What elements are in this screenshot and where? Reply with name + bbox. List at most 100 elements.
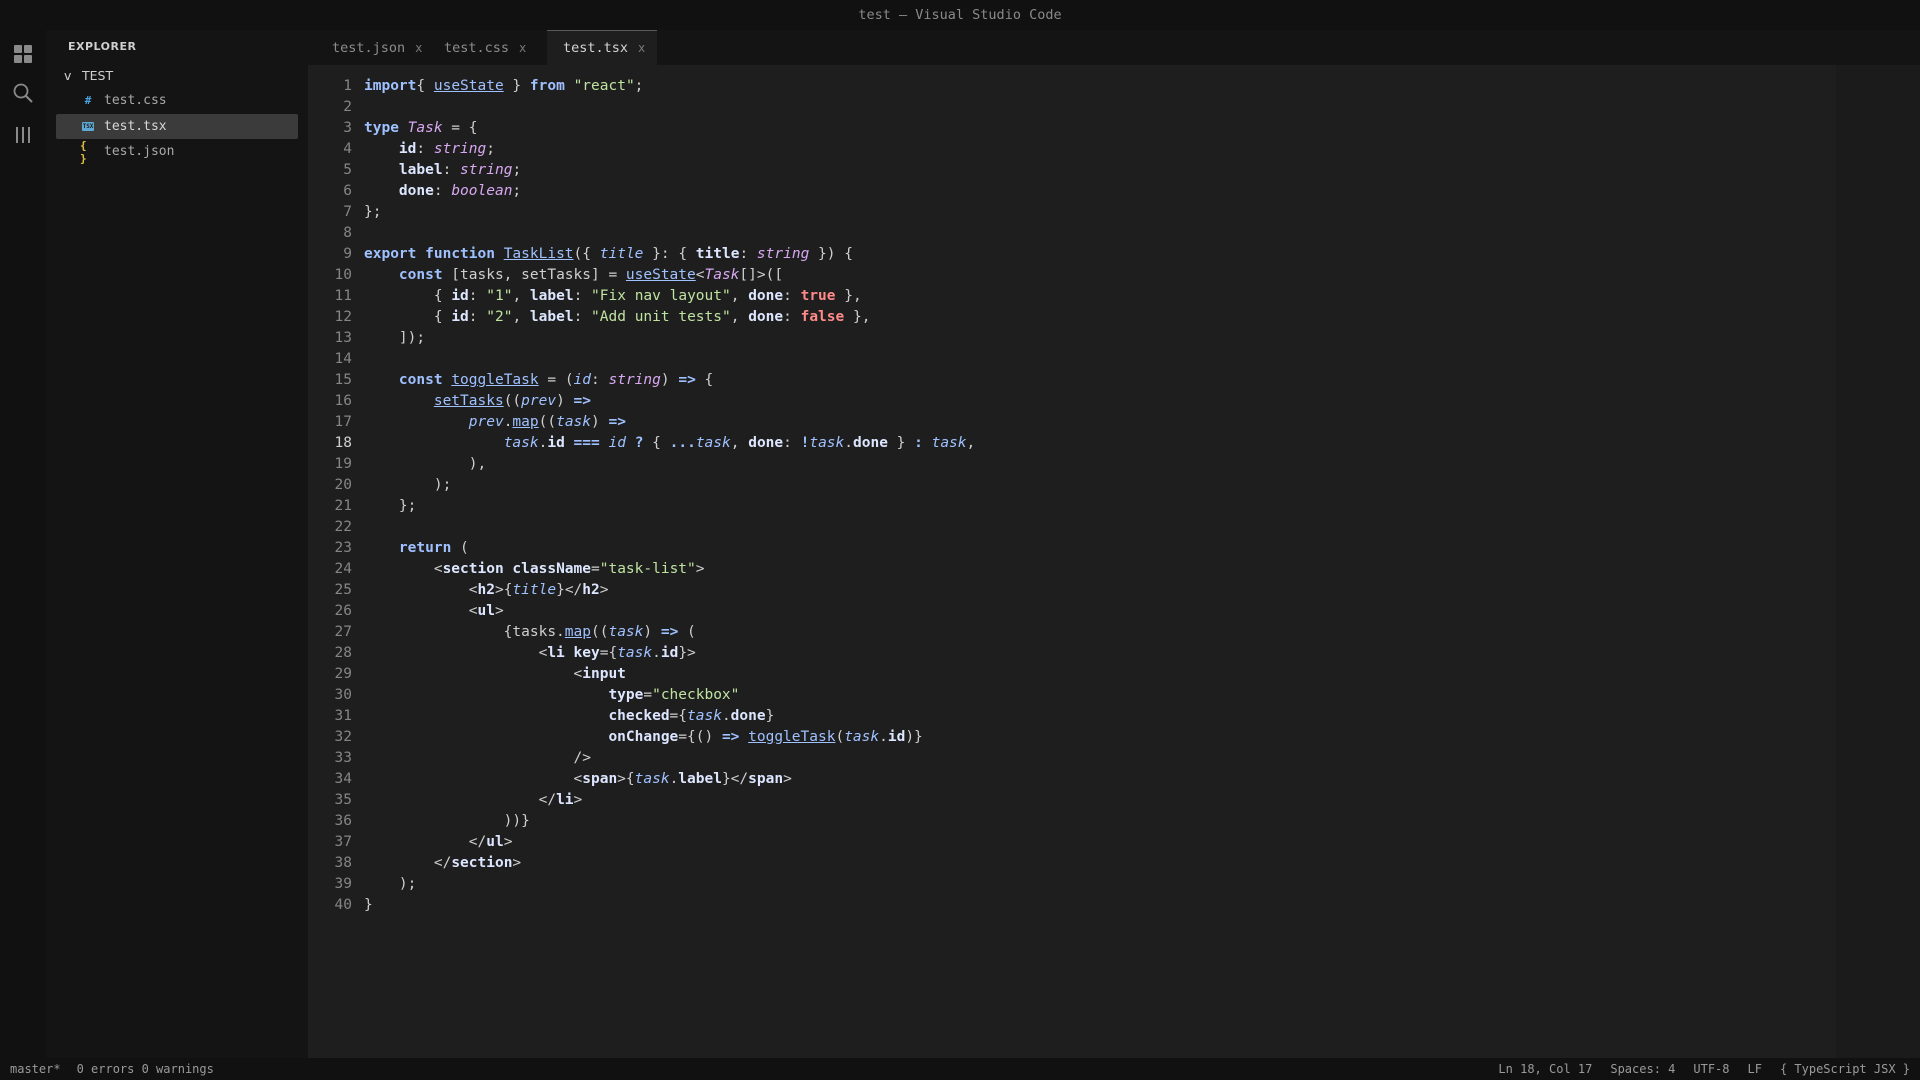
git-branch[interactable]: master* [10,1062,61,1076]
code-line[interactable]: return ( [364,538,975,559]
code-line[interactable]: <h2>{title}</h2> [364,580,975,601]
minimap[interactable] [1836,65,1920,1058]
code-line[interactable]: prev.map((task) => [364,412,975,433]
close-icon[interactable]: x [519,41,526,55]
code-token: function [425,246,495,262]
code-line[interactable]: <ul> [364,601,975,622]
code-line[interactable]: {tasks.map((task) => ( [364,622,975,643]
code-line[interactable]: ))} [364,811,975,832]
code-line[interactable]: task.id === id ? { ...task, done: !task.… [364,433,976,454]
code-token: type [608,687,644,703]
line-number: 31 [334,708,352,724]
code-line[interactable]: checked={task.done} [364,706,975,727]
code-line[interactable]: import{ useState } from "react"; [364,76,975,97]
code-line[interactable]: onChange={() => toggleTask(task.id)} [364,727,975,748]
code-line[interactable]: <span>{task.label}</span> [364,769,975,790]
code-line[interactable]: label: string; [364,160,975,181]
code-token: map [564,624,591,640]
code-token: ; [486,141,495,157]
code-token: done [748,435,784,451]
code-token: ={() [678,729,722,745]
code-line[interactable]: ), [364,454,975,475]
code-token: < [364,645,548,661]
code-line[interactable]: setTasks((prev) => [364,391,975,412]
code-token: task [809,435,845,451]
code-line[interactable]: } [364,895,975,916]
code-line[interactable]: ​ [364,97,975,118]
code-line[interactable]: <input [364,664,975,685]
tab-test-css[interactable]: test.css x [420,30,532,65]
language-mode[interactable]: { TypeScript JSX } [1780,1062,1910,1076]
code-line[interactable]: export function TaskList({ title }: { ti… [364,244,975,265]
file-item-test-json[interactable]: { } test.json [56,139,298,165]
code-line[interactable]: <li key={task.id}> [364,643,975,664]
code-token: . [669,771,679,787]
code-line[interactable]: ]); [364,328,975,349]
code-token: "checkbox" [652,687,740,703]
code-line[interactable]: ); [364,475,975,496]
code-line[interactable]: { id: "2", label: "Add unit tests", done… [364,307,975,328]
code-token: Task [407,120,443,136]
code-token: : [468,309,487,325]
code-line[interactable]: { id: "1", label: "Fix nav layout", done… [364,286,975,307]
code-line[interactable]: const toggleTask = (id: string) => { [364,370,975,391]
code-token: string [756,246,810,262]
line-number: 37 [334,834,352,850]
line-number: 28 [334,645,352,661]
tab-test-json[interactable]: test.json x [308,30,422,65]
code-editor[interactable]: 1 2 3 4 5 6 7 8 9 10 11 12 13 14 15 16 17 18 19 20 21 22 23 24 2… [308,65,1920,1058]
window-title-bar: test — Visual Studio Code [0,0,1920,30]
code-token: ul [486,834,504,850]
code-token: string [608,372,661,388]
line-number: 26 [334,603,352,619]
line-number: 20 [334,477,352,493]
explorer-icon[interactable] [11,42,35,66]
file-item-test-tsx[interactable]: TSX test.tsx [56,114,298,139]
indentation[interactable]: Spaces: 4 [1610,1062,1675,1076]
code-token: ... [669,435,696,451]
code-line[interactable]: </section> [364,853,975,874]
code-token: , [512,288,530,304]
tab-test-tsx[interactable]: test.tsx x [547,30,657,65]
cursor-position[interactable]: Ln 18, Col 17 [1498,1062,1592,1076]
code-line[interactable]: type="checkbox" [364,685,975,706]
code-token: }, [844,309,871,325]
line-number: 24 [334,561,352,577]
problems-count[interactable]: 0 errors 0 warnings [77,1062,214,1076]
code-token: ); [364,477,452,493]
code-token: done [398,183,434,199]
code-line[interactable]: <section className="task-list"> [364,559,975,580]
code-line[interactable]: id: string; [364,139,975,160]
code-token: ) [591,414,609,430]
search-icon[interactable] [11,81,35,105]
file-item-test-css[interactable]: # test.css [56,88,298,113]
code-line[interactable]: done: boolean; [364,181,975,202]
code-line[interactable]: }; [364,202,975,223]
end-of-line[interactable]: LF [1748,1062,1762,1076]
code-line[interactable]: type Task = { [364,118,975,139]
close-icon[interactable]: x [638,41,645,55]
code-line[interactable]: ​ [364,517,975,538]
code-token: done [853,435,888,451]
encoding[interactable]: UTF-8 [1693,1062,1729,1076]
folder-test[interactable]: v TEST [64,68,113,83]
code-line[interactable]: </ul> [364,832,975,853]
code-line[interactable]: }; [364,496,975,517]
code-line[interactable]: const [tasks, setTasks] = useState<Task[… [364,265,975,286]
code-line[interactable]: ); [364,874,975,895]
code-token: . [652,645,661,661]
code-line[interactable]: /> [364,748,975,769]
code-line[interactable]: ​ [364,349,975,370]
extensions-icon[interactable] [11,123,35,147]
code-token: import [364,78,417,94]
explorer-sidebar: EXPLORER v TEST # test.css TSX test.tsx … [46,30,308,1058]
code-token: ={ [669,708,688,724]
line-number: 5 [343,162,352,178]
code-line[interactable]: ​ [364,223,975,244]
code-line[interactable]: </li> [364,790,975,811]
code-token: id [451,309,469,325]
code-area[interactable]: import{ useState } from "react";​type Ta… [364,76,975,916]
